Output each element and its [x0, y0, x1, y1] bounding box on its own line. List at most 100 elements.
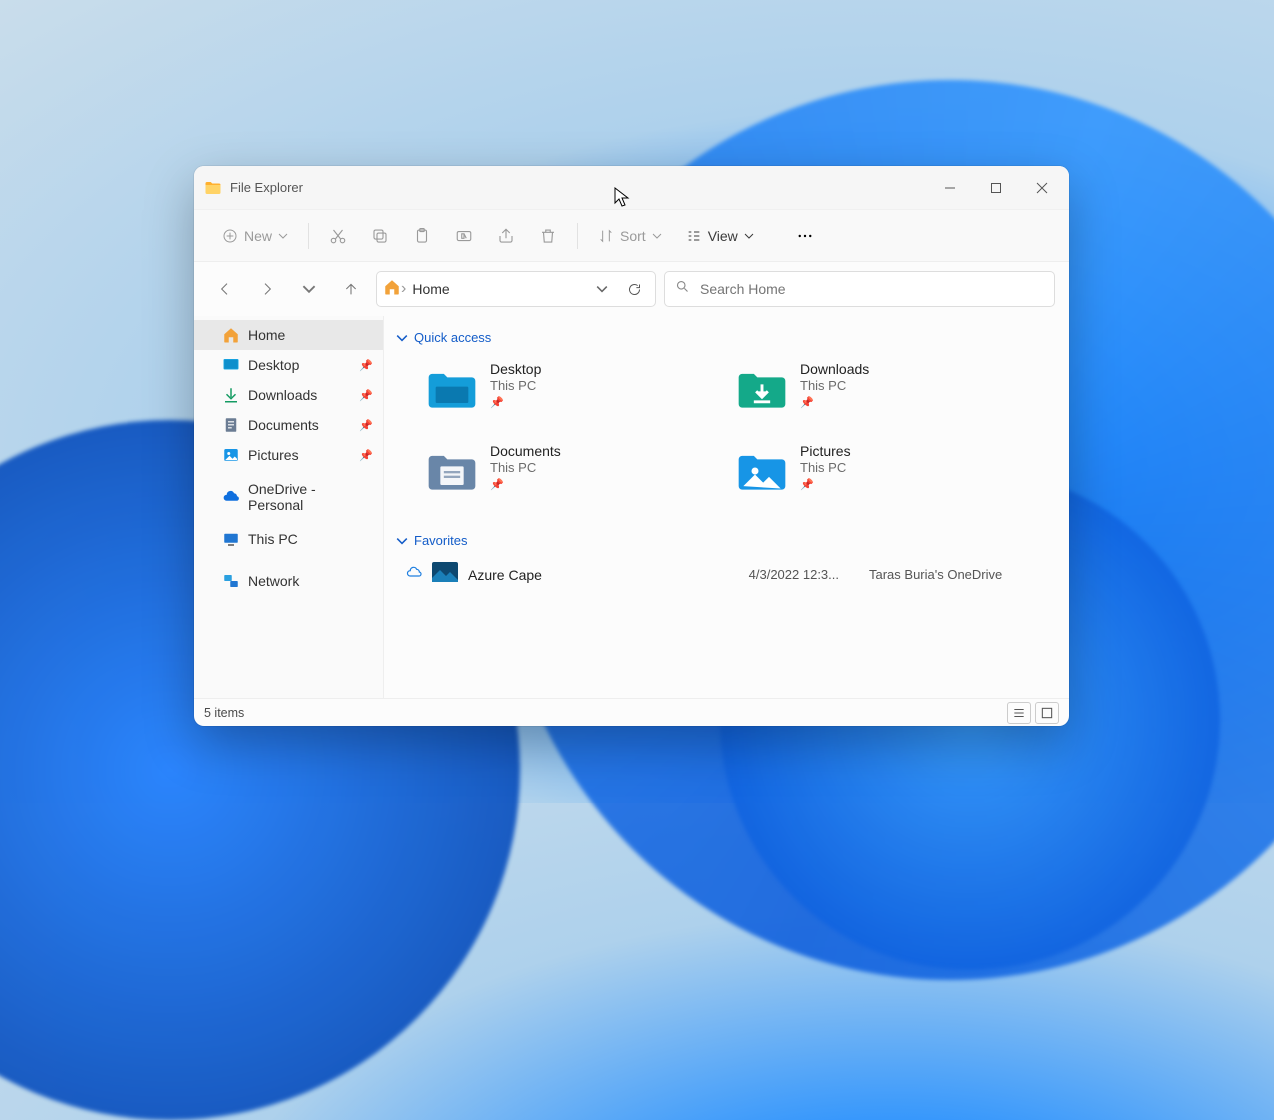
sidebar-item-network[interactable]: Network — [194, 566, 383, 596]
this-pc-icon — [222, 530, 240, 548]
sidebar-item-label: Network — [248, 573, 299, 589]
sidebar-item-desktop[interactable]: Desktop 📌 — [194, 350, 383, 380]
folder-documents-icon — [424, 443, 480, 499]
search-input[interactable] — [700, 281, 1044, 297]
item-count: 5 items — [204, 706, 244, 720]
pin-icon: 📌 — [490, 478, 561, 491]
group-label: Favorites — [414, 533, 467, 548]
content-area: Quick access Desktop This PC 📌 — [384, 316, 1069, 698]
rename-button[interactable] — [445, 218, 483, 254]
pictures-icon — [222, 446, 240, 464]
chevron-down-icon — [396, 535, 408, 547]
status-bar: 5 items — [194, 698, 1069, 726]
command-bar: New Sort View — [194, 210, 1069, 262]
group-label: Quick access — [414, 330, 491, 345]
share-button[interactable] — [487, 218, 525, 254]
view-label: View — [708, 228, 738, 244]
details-view-button[interactable] — [1007, 702, 1031, 724]
refresh-button[interactable] — [619, 274, 649, 304]
paste-button[interactable] — [403, 218, 441, 254]
sidebar-item-label: OneDrive - Personal — [248, 481, 373, 513]
copy-button[interactable] — [361, 218, 399, 254]
sidebar-item-label: Downloads — [248, 387, 317, 403]
quick-item-documents[interactable]: Documents This PC 📌 — [418, 437, 698, 513]
back-button[interactable] — [208, 272, 242, 306]
sidebar-item-label: Home — [248, 327, 285, 343]
quick-item-pictures[interactable]: Pictures This PC 📌 — [728, 437, 1008, 513]
pin-icon: 📌 — [359, 419, 373, 432]
desktop-icon — [222, 356, 240, 374]
quick-item-downloads[interactable]: Downloads This PC 📌 — [728, 355, 1008, 431]
pin-icon: 📌 — [800, 478, 851, 491]
item-subtitle: This PC — [490, 460, 561, 475]
sidebar-item-onedrive[interactable]: OneDrive - Personal — [194, 482, 383, 512]
group-quick-access[interactable]: Quick access — [394, 324, 1059, 351]
close-button[interactable] — [1019, 166, 1065, 210]
window-title: File Explorer — [230, 180, 303, 195]
minimize-button[interactable] — [927, 166, 973, 210]
cut-button[interactable] — [319, 218, 357, 254]
home-icon — [222, 326, 240, 344]
downloads-icon — [222, 386, 240, 404]
chevron-down-icon — [744, 231, 754, 241]
sidebar-item-documents[interactable]: Documents 📌 — [194, 410, 383, 440]
pin-icon: 📌 — [359, 359, 373, 372]
favorite-item[interactable]: Azure Cape 4/3/2022 12:3... Taras Buria'… — [394, 554, 1059, 595]
sidebar-item-downloads[interactable]: Downloads 📌 — [194, 380, 383, 410]
home-icon — [383, 278, 401, 301]
sidebar-item-label: Pictures — [248, 447, 299, 463]
sidebar-item-this-pc[interactable]: This PC — [194, 524, 383, 554]
item-location: Taras Buria's OneDrive — [869, 567, 1049, 582]
item-name: Downloads — [800, 361, 869, 377]
sidebar-item-label: Desktop — [248, 357, 299, 373]
chevron-down-icon — [278, 231, 288, 241]
pin-icon: 📌 — [359, 449, 373, 462]
sort-button[interactable]: Sort — [588, 218, 672, 254]
item-subtitle: This PC — [800, 378, 869, 393]
sidebar-item-pictures[interactable]: Pictures 📌 — [194, 440, 383, 470]
recent-locations-button[interactable] — [292, 272, 326, 306]
address-bar[interactable]: › Home — [376, 271, 656, 307]
group-favorites[interactable]: Favorites — [394, 527, 1059, 554]
item-name: Pictures — [800, 443, 851, 459]
sidebar-item-home[interactable]: Home — [194, 320, 383, 350]
thumbnails-view-button[interactable] — [1035, 702, 1059, 724]
quick-item-desktop[interactable]: Desktop This PC 📌 — [418, 355, 698, 431]
pin-icon: 📌 — [490, 396, 541, 409]
onedrive-icon — [222, 488, 240, 506]
delete-button[interactable] — [529, 218, 567, 254]
documents-icon — [222, 416, 240, 434]
address-dropdown-button[interactable] — [587, 274, 617, 304]
file-explorer-icon — [204, 179, 222, 197]
sidebar-item-label: This PC — [248, 531, 298, 547]
navigation-row: › Home — [194, 262, 1069, 316]
chevron-down-icon — [652, 231, 662, 241]
titlebar: File Explorer — [194, 166, 1069, 210]
item-subtitle: This PC — [490, 378, 541, 393]
search-icon — [675, 279, 690, 299]
file-explorer-window: File Explorer New — [194, 166, 1069, 726]
folder-downloads-icon — [734, 361, 790, 417]
folder-desktop-icon — [424, 361, 480, 417]
up-button[interactable] — [334, 272, 368, 306]
image-thumbnail-icon — [432, 562, 458, 587]
forward-button[interactable] — [250, 272, 284, 306]
maximize-button[interactable] — [973, 166, 1019, 210]
item-date: 4/3/2022 12:3... — [749, 567, 859, 582]
new-button[interactable]: New — [212, 218, 298, 254]
network-icon — [222, 572, 240, 590]
breadcrumb-home[interactable]: Home — [406, 281, 455, 297]
item-name: Azure Cape — [468, 567, 542, 583]
item-subtitle: This PC — [800, 460, 851, 475]
pin-icon: 📌 — [800, 396, 869, 409]
folder-pictures-icon — [734, 443, 790, 499]
item-name: Desktop — [490, 361, 541, 377]
search-box[interactable] — [664, 271, 1055, 307]
sidebar-item-label: Documents — [248, 417, 319, 433]
pin-icon: 📌 — [359, 389, 373, 402]
more-button[interactable] — [786, 218, 824, 254]
divider — [308, 223, 309, 249]
view-button[interactable]: View — [676, 218, 764, 254]
new-label: New — [244, 228, 272, 244]
chevron-down-icon — [396, 332, 408, 344]
